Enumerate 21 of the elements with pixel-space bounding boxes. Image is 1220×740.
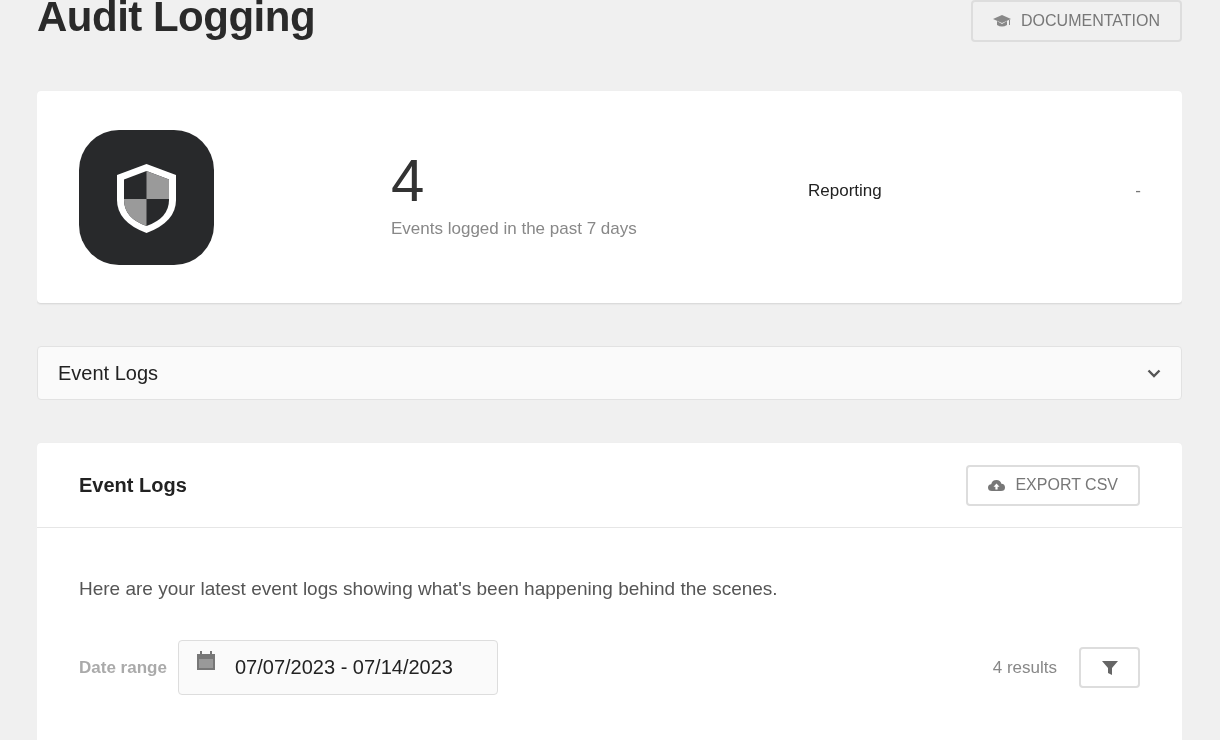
filter-button[interactable] — [1079, 647, 1140, 688]
filter-icon — [1101, 660, 1118, 675]
shield-icon — [79, 129, 214, 265]
section-title: Event Logs — [79, 473, 187, 497]
date-range-label: Date range — [79, 657, 168, 678]
chevron-icon — [1147, 368, 1161, 378]
graduation-cap-icon — [993, 15, 1012, 27]
page-title: Audit Logging — [37, 0, 316, 41]
results-count: 4 results — [992, 657, 1057, 678]
description: Here are your latest event logs showing what's been happening behind the scenes. — [79, 578, 779, 600]
event-count-caption: Events logged in the past 7 days — [391, 219, 638, 239]
cloud-upload-icon — [988, 479, 1006, 491]
calendar-icon — [197, 651, 215, 670]
export-csv-button[interactable]: EXPORT CSV — [966, 464, 1140, 506]
accordion-title: Event Logs — [58, 361, 159, 385]
date-range-field[interactable]: 07/07/2023 - 07/14/2023 — [178, 640, 498, 695]
stat-value: - — [1135, 181, 1141, 201]
stat-label: Reporting — [808, 181, 882, 201]
event-count: 4 — [391, 151, 426, 211]
accordion-header[interactable]: Event Logs — [37, 346, 1182, 400]
documentation-button[interactable]: DOCUMENTATION — [971, 0, 1182, 42]
